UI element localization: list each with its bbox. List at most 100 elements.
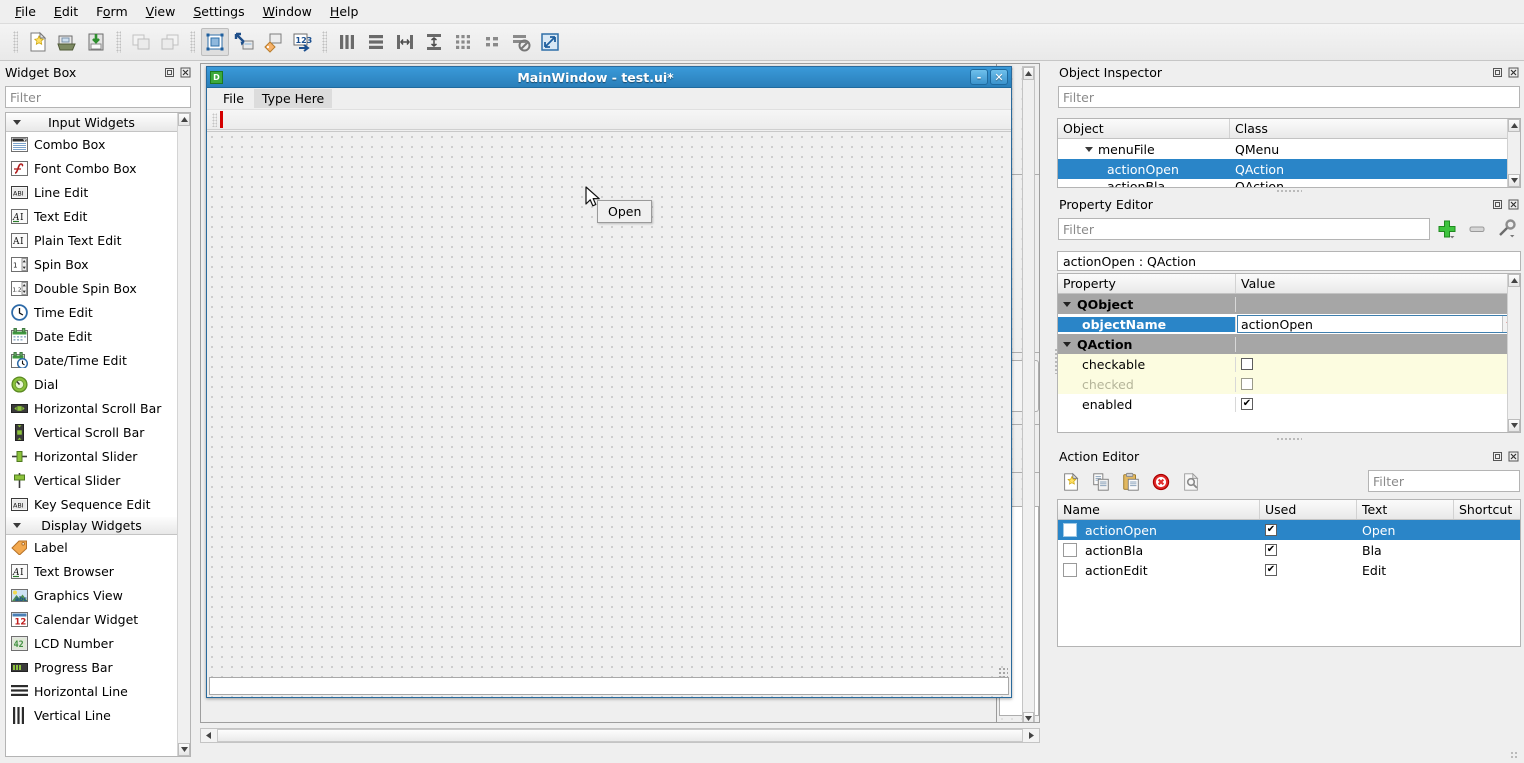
widget-box-item-double-spin-box[interactable]: 1.2Double Spin Box [6, 276, 177, 300]
form-menu-type-here[interactable]: Type Here [254, 89, 332, 108]
widget-box-item-text-browser[interactable]: AIText Browser [6, 559, 177, 583]
dock-splitter-handle-left[interactable] [1054, 348, 1058, 374]
edit-signals-slots-icon[interactable] [230, 28, 258, 56]
layout-form-icon[interactable] [478, 28, 506, 56]
property-value-checkbox[interactable]: ✔ [1241, 398, 1253, 410]
layout-splitter-horizontal-icon[interactable] [391, 28, 419, 56]
form-statusbar[interactable] [209, 677, 1009, 695]
col-text[interactable]: Text [1357, 500, 1454, 519]
property-editor-row[interactable]: objectName [1058, 314, 1520, 334]
mdi-vertical-scrollbar[interactable] [1022, 66, 1035, 723]
new-action-icon[interactable] [1058, 470, 1084, 494]
edit-action-icon[interactable] [1178, 470, 1204, 494]
col-class[interactable]: Class [1230, 119, 1520, 138]
break-layout-icon[interactable] [507, 28, 535, 56]
add-property-icon[interactable] [1434, 218, 1460, 240]
widget-box-item-graphics-view[interactable]: abcGraphics View [6, 583, 177, 607]
close-icon[interactable] [1506, 65, 1520, 79]
action-editor-row[interactable]: actionEdit✔Edit [1058, 560, 1520, 580]
menu-settings[interactable]: Settings [184, 1, 253, 22]
widget-box-item-horizontal-slider[interactable]: Horizontal Slider [6, 444, 177, 468]
object-inspector-row[interactable]: menuFileQMenu [1058, 139, 1520, 159]
widget-box-item-line-edit[interactable]: ABILine Edit [6, 180, 177, 204]
dock-splitter-handle[interactable] [1276, 437, 1302, 441]
form-size-grip[interactable] [998, 667, 1008, 677]
action-used-checkbox[interactable]: ✔ [1265, 524, 1277, 536]
copy-action-icon[interactable] [1088, 470, 1114, 494]
scroll-down-icon[interactable] [178, 743, 190, 756]
property-value-checkbox[interactable] [1241, 378, 1253, 390]
action-icon-placeholder[interactable] [1063, 563, 1077, 577]
configure-icon[interactable] [1494, 218, 1520, 240]
object-inspector-row[interactable]: actionBlaQAction [1058, 179, 1520, 187]
widget-box-item-combo-box[interactable]: Combo Box [6, 132, 177, 156]
new-form-icon[interactable] [24, 28, 52, 56]
scroll-down-icon[interactable] [1508, 174, 1520, 187]
col-used[interactable]: Used [1260, 500, 1357, 519]
edit-buddies-icon[interactable] [259, 28, 287, 56]
mdi-scroll-left-icon[interactable] [201, 729, 216, 742]
widget-box-item-label[interactable]: Label [6, 535, 177, 559]
toolbar-grip[interactable] [13, 31, 18, 53]
object-inspector-row[interactable]: actionOpenQAction [1058, 159, 1520, 179]
layout-vertically-icon[interactable] [362, 28, 390, 56]
col-object[interactable]: Object [1058, 119, 1230, 138]
action-used-checkbox[interactable]: ✔ [1265, 544, 1277, 556]
mdi-scroll-down-icon[interactable] [1023, 712, 1034, 723]
widget-box-item-progress-bar[interactable]: Progress Bar [6, 655, 177, 679]
layout-splitter-vertical-icon[interactable] [420, 28, 448, 56]
menu-view[interactable]: View [137, 1, 185, 22]
property-value-cell[interactable] [1236, 358, 1520, 370]
form-toolbar-grip[interactable] [212, 113, 217, 127]
col-value[interactable]: Value [1236, 274, 1520, 293]
widget-box-item-vertical-slider[interactable]: Vertical Slider [6, 468, 177, 492]
widget-box-scrollbar[interactable] [177, 113, 190, 756]
menu-file[interactable]: File [6, 1, 45, 22]
widget-box-item-time-edit[interactable]: Time Edit [6, 300, 177, 324]
form-menubar[interactable]: File Type Here [207, 88, 1011, 110]
object-inspector-tree[interactable]: Object Class menuFileQMenuactionOpenQAct… [1057, 118, 1521, 188]
form-close-button[interactable]: ✕ [990, 69, 1008, 85]
undo-icon[interactable] [127, 28, 155, 56]
scroll-up-icon[interactable] [1508, 119, 1520, 132]
form-menu-file[interactable]: File [215, 89, 252, 108]
widget-box-item-plain-text-edit[interactable]: AIPlain Text Edit [6, 228, 177, 252]
close-icon[interactable] [178, 65, 192, 79]
property-editor-row[interactable]: checked [1058, 374, 1520, 394]
delete-action-icon[interactable] [1148, 470, 1174, 494]
edit-widgets-icon[interactable] [201, 28, 229, 56]
object-name-value-editor[interactable] [1237, 315, 1519, 333]
action-editor-filter-input[interactable] [1368, 470, 1520, 492]
property-value-cell[interactable] [1236, 378, 1520, 390]
save-form-icon[interactable] [82, 28, 110, 56]
open-form-icon[interactable] [53, 28, 81, 56]
paste-action-icon[interactable] [1118, 470, 1144, 494]
chevron-down-icon[interactable] [1063, 302, 1071, 307]
menu-window[interactable]: Window [254, 1, 321, 22]
action-editor-row[interactable]: actionOpen✔Open [1058, 520, 1520, 540]
widget-box-item-calendar-widget[interactable]: 12Calendar Widget [6, 607, 177, 631]
widget-box-item-dial[interactable]: Dial [6, 372, 177, 396]
property-value-cell[interactable]: ✔ [1236, 398, 1520, 410]
col-property[interactable]: Property [1058, 274, 1236, 293]
object-inspector-filter-input[interactable] [1058, 86, 1520, 108]
widget-box-item-font-combo-box[interactable]: Font Combo Box [6, 156, 177, 180]
widget-box-item-text-edit[interactable]: AIText Edit [6, 204, 177, 228]
widget-box-item-lcd-number[interactable]: 42LCD Number [6, 631, 177, 655]
col-name[interactable]: Name [1058, 500, 1260, 519]
form-window-mainwindow[interactable]: D MainWindow - test.ui* - ✕ File Type He… [206, 66, 1012, 698]
adjust-size-icon[interactable] [536, 28, 564, 56]
property-editor-row[interactable]: QObject [1058, 294, 1520, 314]
toolbar-grip-2[interactable] [116, 31, 121, 53]
mdi-scroll-right-icon[interactable] [1024, 729, 1039, 742]
float-icon[interactable] [1490, 65, 1504, 79]
widget-box-item-key-sequence-edit[interactable]: ABIKey Sequence Edit [6, 492, 177, 516]
widget-box-group-input-widgets[interactable]: Input Widgets [6, 113, 177, 132]
widget-box-item-vertical-line[interactable]: Vertical Line [6, 703, 177, 727]
action-icon-placeholder[interactable] [1063, 523, 1077, 537]
widget-box-item-horizontal-scroll-bar[interactable]: Horizontal Scroll Bar [6, 396, 177, 420]
menu-form[interactable]: Form [87, 1, 137, 22]
menu-edit[interactable]: Edit [45, 1, 87, 22]
widget-box-item-spin-box[interactable]: 1Spin Box [6, 252, 177, 276]
toolbar-grip-3[interactable] [190, 31, 195, 53]
